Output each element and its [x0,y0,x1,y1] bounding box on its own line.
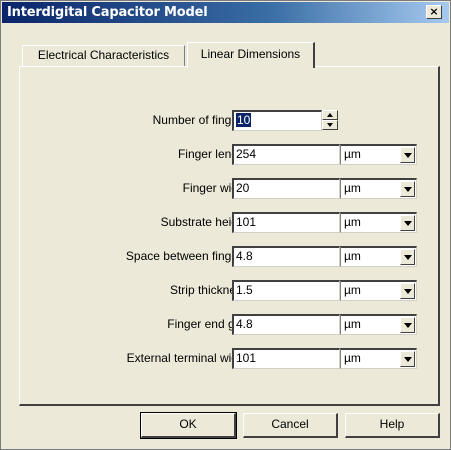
field-row-finger-width: Finger width 20 µm [20,178,441,200]
dialog-window: Interdigital Capacitor Model × Electrica… [0,0,451,450]
close-button[interactable]: × [426,5,442,19]
strip-thickness-unit-select[interactable]: µm [340,280,417,301]
field-value: 101 [236,351,257,365]
chevron-down-icon[interactable] [400,147,415,163]
field-value: 20 [236,181,250,195]
ok-button-label: OK [179,417,197,431]
unit-value: µm [344,283,361,297]
ok-button[interactable]: OK [140,412,237,439]
unit-value: µm [344,351,361,365]
help-button[interactable]: Help [345,413,440,438]
number-of-fingers-input[interactable]: 10 [232,110,322,131]
chevron-down-icon[interactable] [400,317,415,333]
field-value: 10 [236,113,252,127]
finger-width-input[interactable]: 20 [232,178,340,199]
close-icon: × [429,5,439,18]
finger-length-unit-select[interactable]: µm [340,144,417,165]
chevron-down-icon[interactable] [400,351,415,367]
substrate-height-input[interactable]: 101 [232,212,340,233]
tab-label: Linear Dimensions [200,47,301,61]
number-of-fingers-spinner[interactable] [322,110,338,131]
window-title: Interdigital Capacitor Model [7,5,208,20]
field-value: 4.8 [236,317,253,331]
unit-value: µm [344,249,361,263]
field-value: 4.8 [236,249,253,263]
field-value: 101 [236,215,257,229]
unit-value: µm [344,317,361,331]
external-terminal-width-unit-select[interactable]: µm [340,348,417,369]
chevron-down-icon[interactable] [400,283,415,299]
field-label: Space between fingers [125,249,248,263]
space-between-fingers-unit-select[interactable]: µm [340,246,417,267]
spin-up-icon[interactable] [322,110,338,120]
finger-width-unit-select[interactable]: µm [340,178,417,199]
field-label: External terminal width [126,351,248,365]
title-bar[interactable]: Interdigital Capacitor Model × [2,2,449,23]
substrate-height-unit-select[interactable]: µm [340,212,417,233]
field-value: 254 [236,147,257,161]
chevron-down-icon[interactable] [400,181,415,197]
space-between-fingers-input[interactable]: 4.8 [232,246,340,267]
tab-electrical-characteristics[interactable]: Electrical Characteristics [22,45,185,66]
cancel-button[interactable]: Cancel [243,413,338,438]
chevron-down-icon[interactable] [400,215,415,231]
tab-linear-dimensions[interactable]: Linear Dimensions [187,42,315,68]
field-row-finger-end-gap: Finger end gap 4.8 µm [20,314,441,336]
field-row-space-between-fingers: Space between fingers 4.8 µm [20,246,441,268]
strip-thickness-input[interactable]: 1.5 [232,280,340,301]
chevron-down-icon[interactable] [400,249,415,265]
external-terminal-width-input[interactable]: 101 [232,348,340,369]
tab-label: Electrical Characteristics [37,48,170,62]
unit-value: µm [344,181,361,195]
field-row-number-of-fingers: Number of fingers 10 [20,110,441,132]
unit-value: µm [344,215,361,229]
field-row-strip-thickness: Strip thickness 1.5 µm [20,280,441,302]
field-row-external-terminal-width: External terminal width 101 µm [20,348,441,370]
finger-length-input[interactable]: 254 [232,144,340,165]
cancel-button-label: Cancel [271,417,309,431]
unit-value: µm [344,147,361,161]
finger-end-gap-unit-select[interactable]: µm [340,314,417,335]
field-row-finger-length: Finger length 254 µm [20,144,441,166]
field-value: 1.5 [236,283,253,297]
field-row-substrate-height: Substrate height 101 µm [20,212,441,234]
spin-down-icon[interactable] [322,120,338,130]
finger-end-gap-input[interactable]: 4.8 [232,314,340,335]
tab-panel-linear-dimensions: Number of fingers 10 Finger length 254 µ… [19,66,440,406]
help-button-label: Help [379,417,405,431]
